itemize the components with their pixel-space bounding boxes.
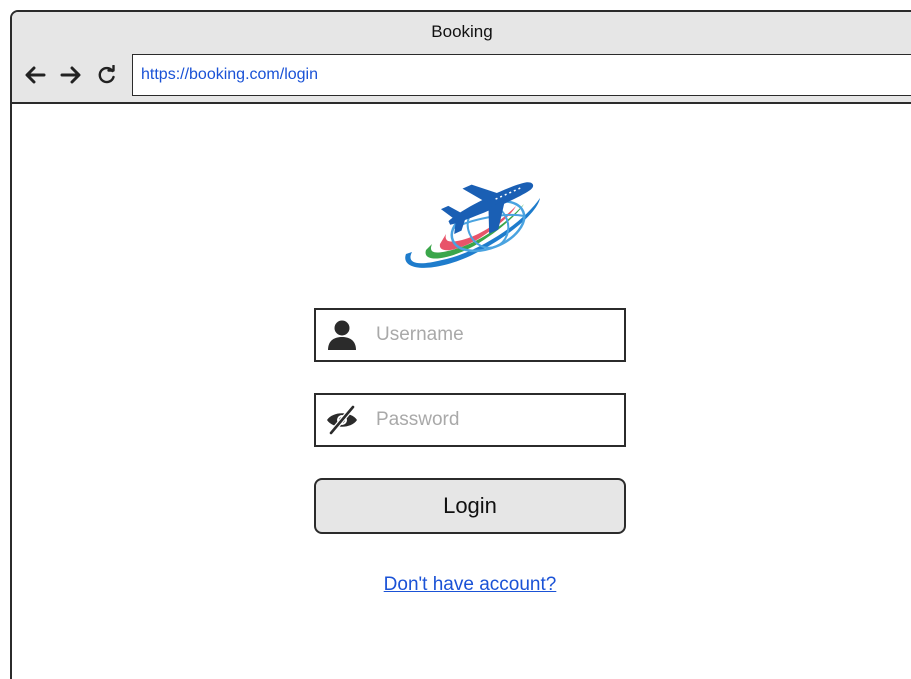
reload-button[interactable] xyxy=(94,61,120,89)
back-button[interactable] xyxy=(22,61,48,89)
signup-link[interactable]: Don't have account? xyxy=(314,574,626,596)
address-url: https://booking.com/login xyxy=(141,66,318,83)
airplane-globe-logo xyxy=(405,182,540,268)
user-icon xyxy=(320,310,364,360)
password-field[interactable] xyxy=(314,393,626,447)
password-input[interactable] xyxy=(374,408,618,432)
username-field[interactable] xyxy=(314,308,626,362)
reload-icon xyxy=(98,65,115,84)
forward-button[interactable] xyxy=(58,61,84,89)
browser-chrome: Booking https://booking.com/login xyxy=(12,12,911,104)
window-title: Booking xyxy=(431,22,493,41)
browser-window: Booking https://booking.com/login Userna… xyxy=(10,10,911,679)
address-bar[interactable]: https://booking.com/login xyxy=(132,54,911,96)
username-input[interactable] xyxy=(374,323,618,347)
arrow-left-icon xyxy=(25,66,46,84)
arrow-right-icon xyxy=(60,66,81,84)
login-button[interactable]: Login xyxy=(314,478,626,534)
eye-slash-icon xyxy=(320,395,364,445)
